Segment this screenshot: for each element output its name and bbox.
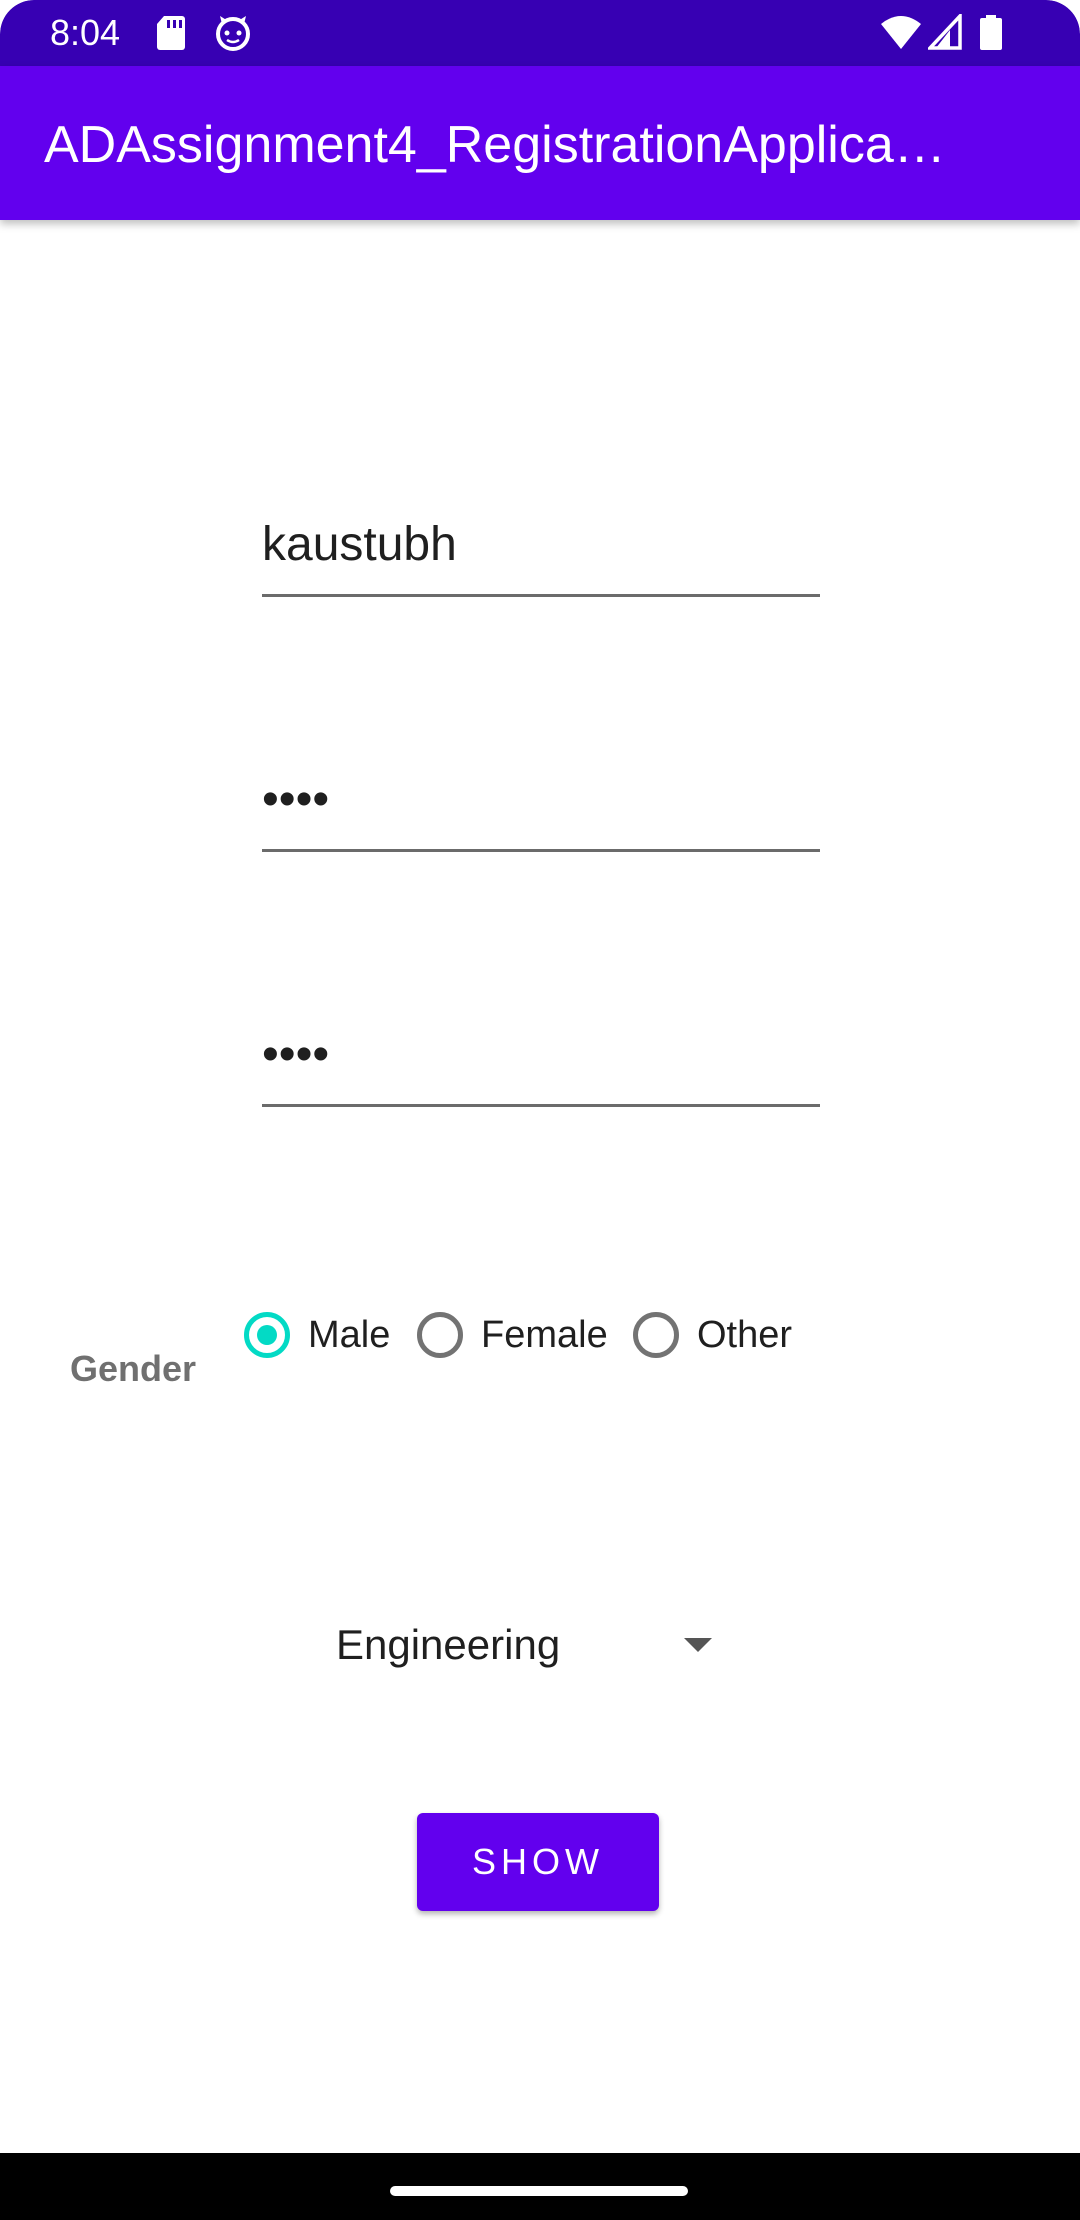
department-selected[interactable]: Engineering [336, 1619, 560, 1671]
radio-unchecked-icon[interactable] [633, 1312, 679, 1358]
confirm-password-input[interactable] [262, 1015, 820, 1107]
sd-card-icon [157, 16, 185, 50]
gender-label: Gender [70, 1348, 197, 1389]
wifi-icon [881, 16, 921, 49]
navigation-bar [0, 2153, 1080, 2220]
radio-male-label[interactable]: Male [308, 1311, 390, 1359]
dropdown-arrow-icon[interactable] [684, 1638, 712, 1652]
signal-icon [928, 14, 962, 50]
app-screen: 8:04 ADAssignment4_RegistrationApplica… … [0, 0, 1080, 2220]
radio-other[interactable]: Other [633, 1305, 792, 1365]
app-bar: ADAssignment4_RegistrationApplica… [0, 66, 1080, 220]
status-time: 8:04 [50, 12, 121, 53]
radio-female-label[interactable]: Female [481, 1311, 608, 1359]
radio-other-label[interactable]: Other [697, 1311, 792, 1359]
username-input[interactable] [262, 505, 820, 597]
battery-icon [980, 15, 1002, 50]
department-spinner[interactable]: Engineering [316, 1610, 736, 1680]
show-button[interactable]: SHOW [417, 1813, 659, 1911]
app-title: ADAssignment4_RegistrationApplica… [44, 116, 946, 174]
notification-face-icon [216, 16, 250, 51]
radio-checked-icon[interactable] [244, 1312, 290, 1358]
password-input[interactable] [262, 760, 820, 852]
radio-female[interactable]: Female [417, 1305, 608, 1365]
home-handle[interactable] [390, 2186, 688, 2196]
status-bar: 8:04 [0, 0, 1080, 66]
radio-unchecked-icon[interactable] [417, 1312, 463, 1358]
radio-male[interactable]: Male [244, 1305, 390, 1365]
